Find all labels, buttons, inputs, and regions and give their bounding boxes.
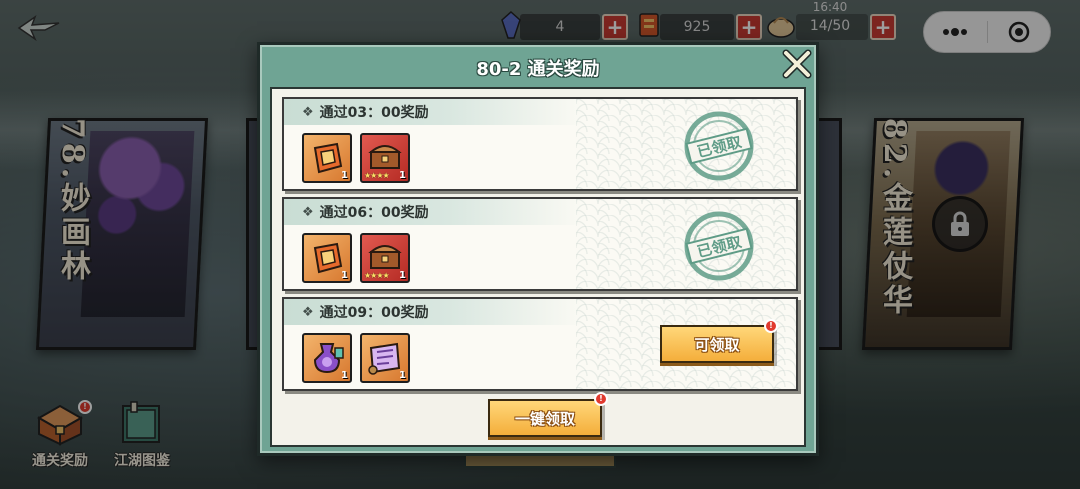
claim-button[interactable]: 可领取 xyxy=(660,325,774,363)
reward-item-chest[interactable]: ★★★★ 1 xyxy=(360,133,410,183)
reward-item-map-scroll[interactable]: 1 xyxy=(360,333,410,383)
item-qty: 1 xyxy=(341,170,348,181)
reward-modal: 80-2 通关奖励 ❖ 通过03：00奖励 1 ★★★★ 1 已领取 ❖ 通过0… xyxy=(257,42,819,456)
close-button[interactable] xyxy=(778,45,816,83)
diamond-icon: ❖ xyxy=(302,204,314,220)
alert-badge: ! xyxy=(764,319,778,333)
item-stars: ★★★★ xyxy=(364,271,390,280)
reward-item-purple-potion[interactable]: 1 xyxy=(302,333,352,383)
claimed-stamp: 已领取 xyxy=(682,209,756,283)
item-stars: ★★★★ xyxy=(364,171,390,180)
claim-all-button[interactable]: 一键领取 xyxy=(488,399,602,437)
modal-title: 80-2 通关奖励 xyxy=(476,59,600,80)
row-header: ❖ 通过06：00奖励 xyxy=(284,199,584,225)
item-qty: 1 xyxy=(341,370,348,381)
item-qty: 1 xyxy=(341,270,348,281)
close-icon xyxy=(782,49,812,79)
item-qty: 1 xyxy=(399,370,406,381)
row-header-label: 通过06：00奖励 xyxy=(319,205,429,221)
row-header: ❖ 通过03：00奖励 xyxy=(284,99,584,125)
reward-item-scroll-token[interactable]: 1 xyxy=(302,233,352,283)
reward-row-0600: ❖ 通过06：00奖励 1 ★★★★ 1 已领取 xyxy=(282,197,798,291)
row-header: ❖ 通过09：00奖励 xyxy=(284,299,584,325)
alert-badge: ! xyxy=(594,392,608,406)
reward-list-panel: ❖ 通过03：00奖励 1 ★★★★ 1 已领取 ❖ 通过06：00奖励 1 ★… xyxy=(270,87,806,447)
claimed-stamp: 已领取 xyxy=(682,109,756,183)
reward-item-chest[interactable]: ★★★★ 1 xyxy=(360,233,410,283)
diamond-icon: ❖ xyxy=(302,104,314,120)
diamond-icon: ❖ xyxy=(302,304,314,320)
reward-row-0300: ❖ 通过03：00奖励 1 ★★★★ 1 已领取 xyxy=(282,97,798,191)
row-header-label: 通过03：00奖励 xyxy=(319,105,429,121)
reward-item-scroll-token[interactable]: 1 xyxy=(302,133,352,183)
reward-row-0900: ❖ 通过09：00奖励 1 1 可领取 ! xyxy=(282,297,798,391)
item-qty: 1 xyxy=(399,270,406,281)
row-header-label: 通过09：00奖励 xyxy=(319,305,429,321)
item-qty: 1 xyxy=(399,170,406,181)
